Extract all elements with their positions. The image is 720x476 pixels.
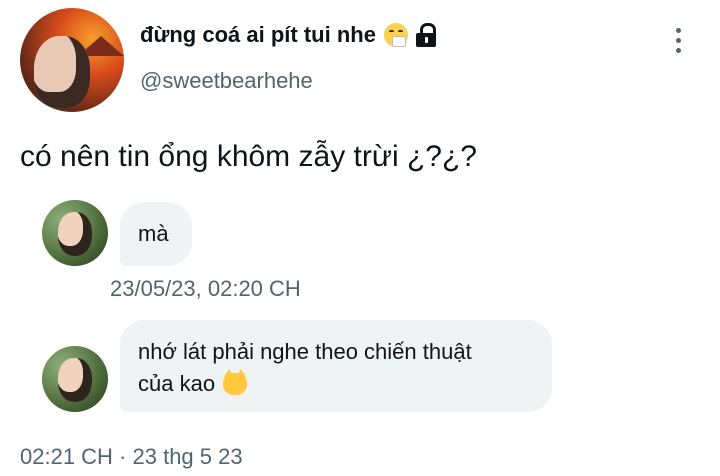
message-bubble: mà	[120, 202, 192, 266]
message-text: của kao	[138, 371, 216, 396]
pouting-cat-icon	[223, 369, 248, 395]
avatar-face	[34, 36, 90, 108]
message-timestamp: 23/05/23, 02:20 CH	[110, 276, 301, 301]
sneezing-face-icon	[383, 23, 408, 47]
lock-icon	[415, 23, 436, 47]
author-display-name[interactable]: đừng coá ai pít tui nhe	[140, 22, 436, 48]
message-text-line2: của kao	[138, 368, 248, 400]
message-text-line1: nhớ lát phải nghe theo chiến thuật	[138, 339, 472, 364]
more-options-icon[interactable]	[672, 28, 684, 58]
tweet-timestamp[interactable]: 02:21 CH · 23 thg 5 23	[20, 444, 243, 470]
author-avatar[interactable]	[20, 8, 124, 112]
message-avatar	[42, 346, 108, 412]
author-handle[interactable]: @sweetbearhehe	[140, 68, 313, 94]
message-bubble: nhớ lát phải nghe theo chiến thuật của k…	[120, 320, 552, 412]
message-avatar	[42, 200, 108, 266]
message-text: mà	[138, 221, 169, 246]
tweet-text: có nên tin ổng khôm zẫy trừi ¿?¿?	[20, 140, 477, 173]
display-name-text: đừng coá ai pít tui nhe	[140, 22, 376, 47]
